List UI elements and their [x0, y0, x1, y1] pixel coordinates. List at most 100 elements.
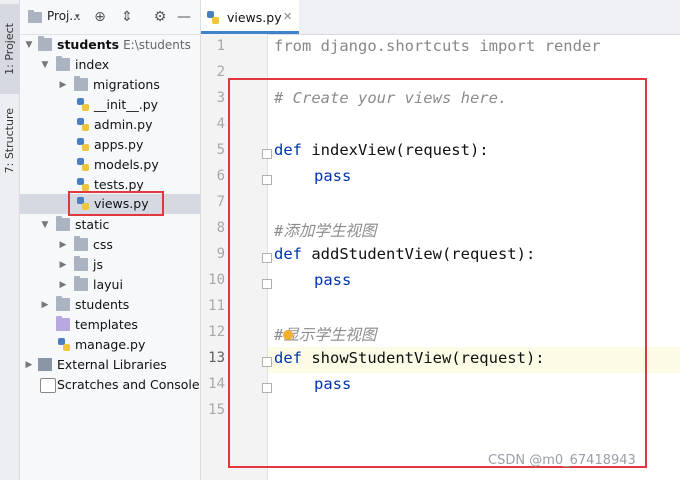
folder-icon [56, 216, 70, 231]
chevron-right-icon[interactable]: ▶ [40, 299, 50, 311]
tree-item-label: __init__.py [94, 97, 159, 112]
project-folder-icon [28, 10, 42, 23]
tree-item-css[interactable]: ▶ css [20, 235, 200, 255]
line-number: 11 [208, 298, 225, 314]
tree-item-label: migrations [93, 77, 160, 92]
tree-item-label: tests.py [94, 177, 144, 192]
chevron-right-icon[interactable]: ▶ [58, 279, 68, 291]
tree-item-label: manage.py [75, 337, 146, 352]
line-number: 2 [216, 64, 225, 80]
tree-item-index[interactable]: ▼ index [20, 55, 200, 75]
tree-item-external-libraries[interactable]: ▶ External Libraries [20, 355, 200, 375]
line-number: 7 [216, 194, 225, 210]
watermark: CSDN @m0_67418943 [488, 453, 636, 468]
python-file-icon [77, 118, 91, 131]
tree-item-init[interactable]: __init__.py [20, 95, 200, 115]
tree-item-students-package[interactable]: ▶ students [20, 295, 200, 315]
tree-item-admin[interactable]: admin.py [20, 115, 200, 135]
code-token: from [274, 37, 312, 55]
code-token: django.shortcuts [311, 37, 480, 55]
folder-icon [38, 36, 52, 51]
hide-icon[interactable]: — [176, 9, 192, 25]
tool-window-strip: 1: Project 7: Structure [0, 0, 20, 480]
tree-item-label: Scratches and Consoles [57, 377, 201, 392]
line-number: 8 [216, 220, 225, 236]
project-tab-label: 1: Project [3, 23, 16, 75]
tree-item-label: static [75, 217, 110, 232]
line-number: 10 [208, 272, 225, 288]
tree-item-label: js [93, 257, 103, 272]
templates-folder-icon [56, 316, 70, 331]
line-number: 1 [216, 38, 225, 54]
project-panel: Proj... ▾ ⊕ ⇕ ⚙ — ▼ students E:\students … [20, 0, 201, 480]
gear-icon[interactable]: ⚙ [152, 9, 168, 25]
line-number: 14 [208, 376, 225, 392]
folder-icon [74, 256, 88, 271]
line-number: 9 [216, 246, 225, 262]
tree-item-manage[interactable]: manage.py [20, 335, 200, 355]
tree-item-label: css [93, 237, 113, 252]
tree-item-students-root[interactable]: ▼ students E:\students [20, 35, 200, 55]
code-token: import [479, 37, 536, 55]
line-number: 5 [216, 142, 225, 158]
line-number: 15 [208, 402, 225, 418]
tree-item-static[interactable]: ▼ static [20, 215, 200, 235]
project-path: E:\students [123, 38, 191, 52]
tab-label: views.py [227, 10, 282, 25]
chevron-right-icon[interactable]: ▶ [24, 359, 34, 371]
folder-icon [56, 296, 70, 311]
tree-item-label: admin.py [94, 117, 153, 132]
code-token: render [535, 37, 601, 55]
line-number: 4 [216, 116, 225, 132]
tab-views-py[interactable]: views.py ✕ [201, 0, 299, 34]
tree-item-scratches[interactable]: Scratches and Consoles [20, 375, 200, 395]
chevron-right-icon[interactable]: ▶ [58, 259, 68, 271]
python-file-icon [77, 98, 91, 111]
collapse-icon[interactable]: ⇕ [119, 9, 135, 25]
tree-item-label: layui [93, 277, 123, 292]
chevron-down-icon[interactable]: ▼ [40, 59, 50, 71]
tree-item-label: students [57, 37, 120, 52]
tree-item-apps[interactable]: apps.py [20, 135, 200, 155]
scratches-icon [40, 378, 56, 393]
tree-item-layui[interactable]: ▶ layui [20, 275, 200, 295]
tree-item-label: models.py [94, 157, 159, 172]
line-number: 3 [216, 90, 225, 106]
folder-icon [74, 76, 88, 91]
project-tool-tab[interactable]: 1: Project [0, 4, 19, 94]
project-toolbar: Proj... ▾ ⊕ ⇕ ⚙ — [20, 0, 200, 35]
folder-icon [74, 236, 88, 251]
library-icon [38, 358, 52, 371]
tree-item-label: index [75, 57, 110, 72]
python-file-icon [77, 178, 91, 191]
python-file-icon [77, 158, 91, 171]
tree-item-models[interactable]: models.py [20, 155, 200, 175]
chevron-down-icon[interactable]: ▼ [24, 39, 34, 51]
structure-tool-tab[interactable]: 7: Structure [0, 98, 19, 184]
chevron-right-icon[interactable]: ▶ [58, 239, 68, 251]
globe-icon[interactable]: ⊕ [92, 9, 108, 25]
chevron-right-icon[interactable]: ▶ [58, 79, 68, 91]
line-number: 6 [216, 168, 225, 184]
tree-item-migrations[interactable]: ▶ migrations [20, 75, 200, 95]
python-file-icon [207, 11, 219, 24]
tree-item-js[interactable]: ▶ js [20, 255, 200, 275]
tree-item-label: templates [75, 317, 138, 332]
folder-icon [74, 276, 88, 291]
highlight-box-views-file [68, 191, 164, 216]
close-icon[interactable]: ✕ [283, 10, 292, 23]
folder-icon [56, 56, 70, 71]
line-number: 13 [208, 350, 225, 366]
tree-item-label: apps.py [94, 137, 144, 152]
line-number: 12 [208, 324, 225, 340]
highlight-box-code [228, 78, 647, 468]
editor-tab-bar: views.py ✕ [201, 0, 680, 35]
chevron-down-icon[interactable]: ▾ [75, 12, 80, 22]
structure-tab-label: 7: Structure [3, 108, 16, 174]
python-file-icon [77, 138, 91, 151]
code-line-1[interactable]: from django.shortcuts import render [274, 37, 601, 55]
python-file-icon [58, 338, 72, 351]
tree-item-templates[interactable]: templates [20, 315, 200, 335]
chevron-down-icon[interactable]: ▼ [40, 219, 50, 231]
tree-item-label: External Libraries [57, 357, 167, 372]
